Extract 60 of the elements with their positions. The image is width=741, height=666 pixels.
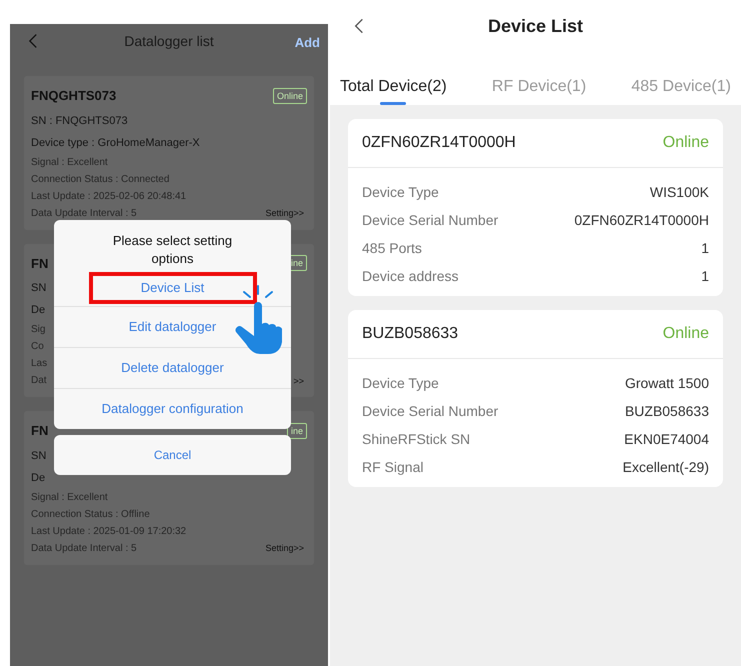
setting-link[interactable]: Setting>>: [265, 542, 304, 556]
tab-indicator: [380, 102, 406, 105]
dialog-option[interactable]: Edit datalogger: [128, 311, 216, 343]
dialog-option[interactable]: Device List: [88, 272, 256, 304]
info-line: De: [31, 470, 46, 486]
info-line: De: [31, 303, 46, 318]
field-label: Device address: [362, 266, 458, 286]
screen-title: Datalogger list: [124, 32, 214, 51]
back-icon[interactable]: [28, 33, 38, 49]
field-value: EKN0E74004: [624, 430, 709, 448]
field-value: 1: [701, 266, 709, 286]
device-tab[interactable]: Total Device(2): [340, 52, 447, 105]
datalogger-name: FNQGHTS073: [31, 87, 116, 105]
field-label: Device Serial Number: [362, 210, 498, 230]
dialog-title: Please select setting options: [112, 232, 234, 268]
info-line: Data Update Interval : 5: [31, 542, 137, 556]
screen-title: Device List: [488, 14, 584, 38]
info-line: Dat: [31, 374, 47, 388]
info-line: Connection Status : Connected: [31, 172, 170, 186]
info-line: SN : FNQGHTS073: [31, 114, 128, 128]
datalogger-name: FN: [31, 254, 48, 272]
field-label: ShineRFStick SN: [362, 430, 470, 448]
device-status: Online: [662, 133, 709, 153]
status-badge: Online: [272, 88, 307, 104]
field-value: 0ZFN60ZR14T0000H: [574, 210, 709, 230]
field-value: WIS100K: [650, 182, 709, 202]
device-name: 0ZFN60ZR14T0000H: [362, 133, 516, 153]
field-label: 485 Ports: [362, 238, 422, 258]
info-line: Las: [31, 357, 48, 371]
info-line: Connection Status : Offline: [31, 508, 150, 522]
field-value: BUZB058633: [624, 402, 709, 420]
device-tab[interactable]: 485 Device(1): [631, 52, 731, 105]
info-line: Last Update : 2025-02-06 20:48:41: [31, 190, 186, 204]
field-label: Device Type: [362, 374, 439, 393]
field-label: Device Type: [362, 182, 439, 202]
field-label: RF Signal: [362, 458, 424, 477]
setting-link[interactable]: Setting>>: [265, 207, 304, 220]
field-value: 1: [701, 238, 709, 258]
info-line: Sig: [31, 323, 46, 337]
datalogger-name: FN: [31, 422, 48, 440]
dialog-option[interactable]: Datalogger configuration: [102, 393, 244, 425]
back-icon[interactable]: [354, 16, 364, 36]
add-button[interactable]: Add: [294, 33, 320, 52]
cancel-button[interactable]: Cancel: [54, 435, 291, 475]
info-line: SN: [31, 281, 46, 296]
info-line: Signal : Excellent: [31, 490, 108, 504]
info-line: SN: [31, 448, 46, 464]
device-name: BUZB058633: [362, 324, 458, 344]
info-line: Co: [31, 340, 44, 354]
device-status: Online: [662, 324, 709, 344]
info-line: Last Update : 2025-01-09 17:20:32: [31, 524, 186, 538]
field-value: Excellent(-29): [622, 458, 709, 477]
setting-link[interactable]: >>: [293, 374, 304, 388]
info-line: Signal : Excellent: [31, 156, 108, 170]
dialog-option[interactable]: Delete datalogger: [121, 352, 224, 384]
device-tab[interactable]: RF Device(1): [492, 52, 586, 105]
field-value: Growatt 1500: [624, 374, 709, 392]
field-label: Device Serial Number: [362, 402, 498, 420]
info-line: Device type : GroHomeManager-X: [31, 136, 200, 150]
info-line: Data Update Interval : 5: [31, 206, 137, 220]
